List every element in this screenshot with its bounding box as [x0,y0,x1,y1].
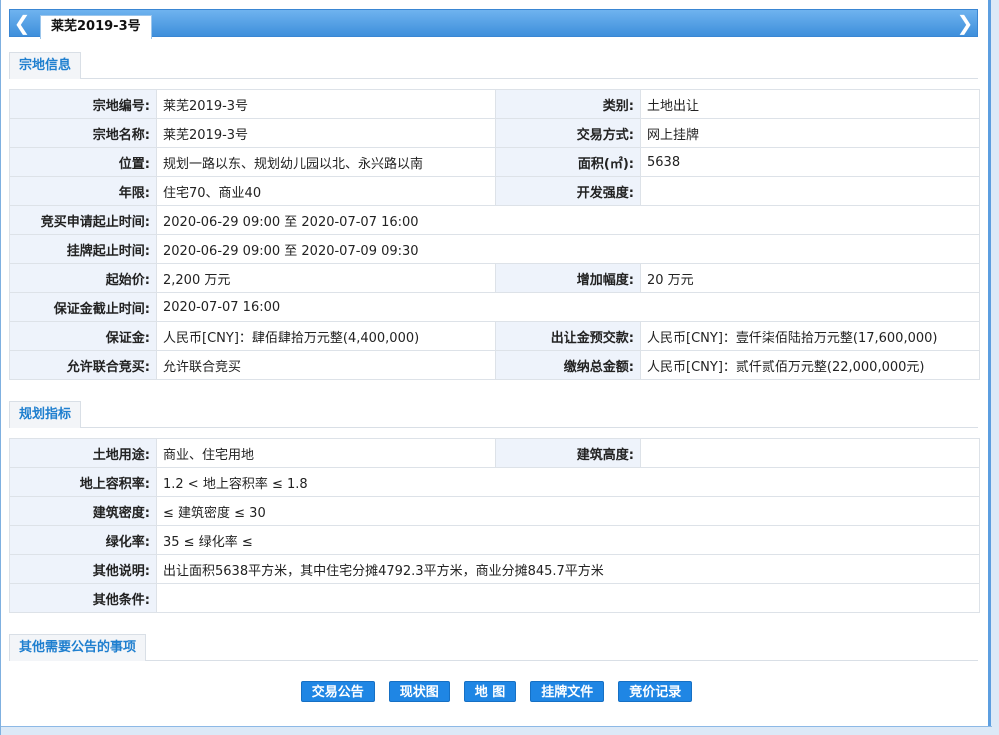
table-row: 宗地编号: 莱芜2019-3号 类别: 土地出让 [9,89,980,119]
term-value: 住宅70、商业40 [156,176,496,206]
deposit-value: 人民币[CNY]：肆佰肆拾万元整(4,400,000) [156,321,496,351]
table-row: 挂牌起止时间: 2020-06-29 09:00 至 2020-07-09 09… [9,234,980,264]
table-row: 保证金截止时间: 2020-07-07 16:00 [9,292,980,322]
land-use-label: 土地用途: [9,438,157,468]
tab-bar: ❮ 莱芜2019-3号 ❯ [9,9,978,39]
bid-apply-period-value: 2020-06-29 09:00 至 2020-07-07 16:00 [156,205,980,235]
table-row: 竞买申请起止时间: 2020-06-29 09:00 至 2020-07-07 … [9,205,980,235]
tab-parcel[interactable]: 莱芜2019-3号 [40,15,152,39]
bid-apply-period-label: 竞买申请起止时间: [9,205,157,235]
section-other-title[interactable]: 其他需要公告的事项 [9,634,147,661]
parcel-code-label: 宗地编号: [9,89,157,119]
area-value: 5638 [640,147,980,177]
green-ratio-value: 35 ≤ 绿化率 ≤ [156,525,980,555]
floor-area-ratio-value: 1.2 < 地上容积率 ≤ 1.8 [156,467,980,497]
increment-value: 20 万元 [640,263,980,293]
intensity-value [640,176,980,206]
status-map-button[interactable]: 现状图 [388,681,450,702]
bid-records-button[interactable]: 竞价记录 [618,681,693,702]
building-density-value: ≤ 建筑密度 ≤ 30 [156,496,980,526]
joint-bid-value: 允许联合竞买 [156,350,496,380]
section-other-header: 其他需要公告的事项 [9,634,978,661]
table-row: 宗地名称: 莱芜2019-3号 交易方式: 网上挂牌 [9,118,980,148]
table-row: 年限: 住宅70、商业40 开发强度: [9,176,980,206]
table-row: 地上容积率: 1.2 < 地上容积率 ≤ 1.8 [9,467,980,497]
detail-panel: ❮ 莱芜2019-3号 ❯ 宗地信息 宗地编号: 莱芜2019-3号 类别: 土… [0,0,992,735]
table-row: 土地用途: 商业、住宅用地 建筑高度: [9,438,980,468]
deposit-label: 保证金: [9,321,157,351]
listing-period-value: 2020-06-29 09:00 至 2020-07-09 09:30 [156,234,980,264]
table-row: 位置: 规划一路以东、规划幼儿园以北、永兴路以南 面积(㎡): 5638 [9,147,980,177]
term-label: 年限: [9,176,157,206]
prev-arrow-icon[interactable]: ❮ [12,12,32,35]
prepayment-value: 人民币[CNY]：壹仟柒佰陆拾万元整(17,600,000) [640,321,980,351]
building-height-label: 建筑高度: [495,438,641,468]
trade-method-label: 交易方式: [495,118,641,148]
table-row: 起始价: 2,200 万元 增加幅度: 20 万元 [9,263,980,293]
parcel-code-value: 莱芜2019-3号 [156,89,496,119]
total-amount-value: 人民币[CNY]：贰仟贰佰万元整(22,000,000元) [640,350,980,380]
increment-label: 增加幅度: [495,263,641,293]
announcement-button[interactable]: 交易公告 [300,681,375,702]
table-row: 其他条件: [9,583,980,613]
total-amount-label: 缴纳总金额: [495,350,641,380]
parcel-info-table: 宗地编号: 莱芜2019-3号 类别: 土地出让 宗地名称: 莱芜2019-3号… [9,89,980,380]
section-parcel-title[interactable]: 宗地信息 [9,52,82,79]
planning-table: 土地用途: 商业、住宅用地 建筑高度: 地上容积率: 1.2 < 地上容积率 ≤… [9,438,980,613]
section-parcel-header: 宗地信息 [9,52,978,79]
section-planning-title[interactable]: 规划指标 [9,401,82,428]
floor-area-ratio-label: 地上容积率: [9,467,157,497]
parcel-name-value: 莱芜2019-3号 [156,118,496,148]
other-conditions-label: 其他条件: [9,583,157,613]
table-row: 其他说明: 出让面积5638平方米，其中住宅分摊4792.3平方米，商业分摊84… [9,554,980,584]
category-value: 土地出让 [640,89,980,119]
map-button[interactable]: 地 图 [463,681,517,702]
other-conditions-value [156,583,980,613]
joint-bid-label: 允许联合竞买: [9,350,157,380]
land-use-value: 商业、住宅用地 [156,438,496,468]
parcel-name-label: 宗地名称: [9,118,157,148]
table-row: 保证金: 人民币[CNY]：肆佰肆拾万元整(4,400,000) 出让金预交款:… [9,321,980,351]
panel-bottom-edge [1,726,992,735]
action-buttons: 交易公告 现状图 地 图 挂牌文件 竞价记录 [1,681,992,703]
other-notes-value: 出让面积5638平方米，其中住宅分摊4792.3平方米，商业分摊845.7平方米 [156,554,980,584]
area-label: 面积(㎡): [495,147,641,177]
trade-method-value: 网上挂牌 [640,118,980,148]
table-row: 允许联合竞买: 允许联合竞买 缴纳总金额: 人民币[CNY]：贰仟贰佰万元整(2… [9,350,980,380]
location-value: 规划一路以东、规划幼儿园以北、永兴路以南 [156,147,496,177]
category-label: 类别: [495,89,641,119]
table-row: 绿化率: 35 ≤ 绿化率 ≤ [9,525,980,555]
intensity-label: 开发强度: [495,176,641,206]
start-price-value: 2,200 万元 [156,263,496,293]
start-price-label: 起始价: [9,263,157,293]
next-arrow-icon[interactable]: ❯ [955,12,975,35]
deposit-deadline-value: 2020-07-07 16:00 [156,292,980,322]
listing-period-label: 挂牌起止时间: [9,234,157,264]
table-row: 建筑密度: ≤ 建筑密度 ≤ 30 [9,496,980,526]
building-density-label: 建筑密度: [9,496,157,526]
other-notes-label: 其他说明: [9,554,157,584]
prepayment-label: 出让金预交款: [495,321,641,351]
location-label: 位置: [9,147,157,177]
deposit-deadline-label: 保证金截止时间: [9,292,157,322]
section-planning-header: 规划指标 [9,401,978,428]
green-ratio-label: 绿化率: [9,525,157,555]
listing-docs-button[interactable]: 挂牌文件 [530,681,605,702]
building-height-value [640,438,980,468]
